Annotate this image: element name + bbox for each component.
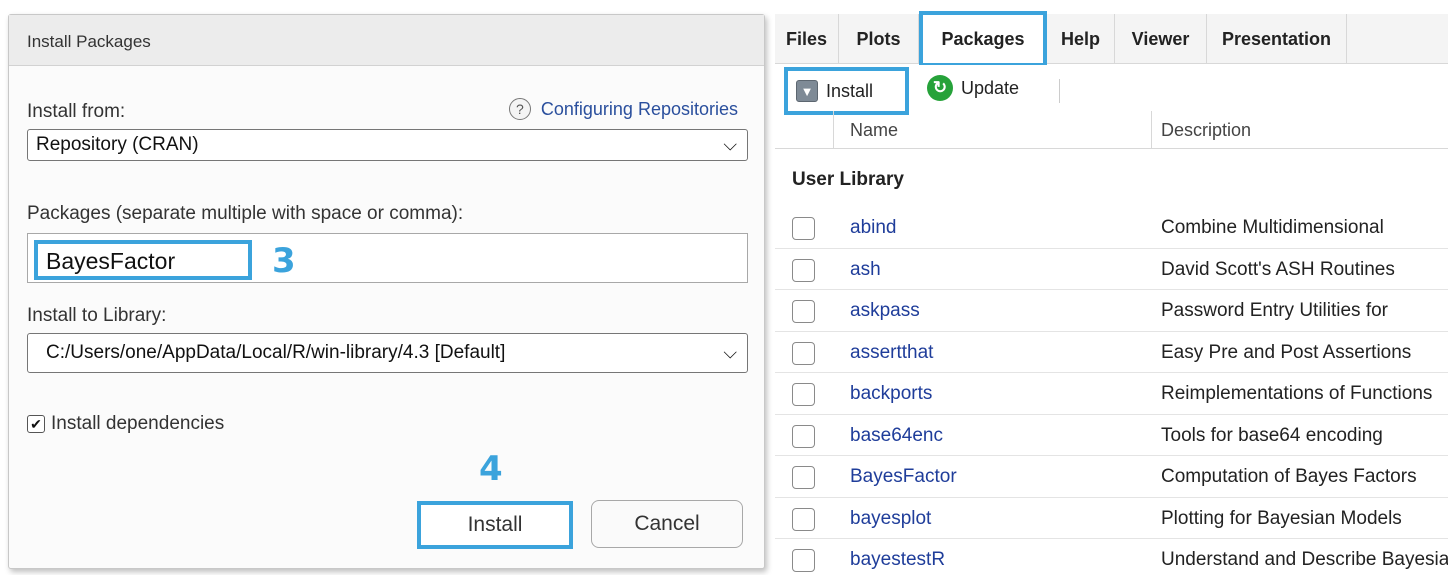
toolbar-install-label: Install [826,80,874,101]
package-name-link[interactable]: base64enc [850,425,943,447]
package-checkbox[interactable] [792,507,815,531]
package-checkbox[interactable] [792,424,815,448]
install-packages-dialog: Install Packages Install from: ? Configu… [8,14,765,569]
install-dependencies-checkbox[interactable]: ✔ [27,415,45,433]
package-description: Easy Pre and Post Assertions [1161,341,1412,363]
column-name-header[interactable]: Name [850,120,898,141]
package-description: Understand and Describe Bayesian [1161,549,1448,570]
column-description-header[interactable]: Description [1161,120,1251,141]
step-4-callout: 4 [479,449,503,489]
step-3-callout: 3 [272,241,296,281]
tab-plots[interactable]: Plots [839,14,919,64]
column-divider [833,111,834,149]
toolbar-update-button[interactable]: ↻ Update [927,75,1019,101]
package-description: Reimplementations of Functions [1161,383,1433,404]
toolbar-separator [1059,79,1060,103]
package-description: Plotting for Bayesian Models [1161,507,1402,529]
package-name-link[interactable]: bayestestR [850,549,945,571]
package-description: Tools for base64 encoding [1161,424,1383,446]
table-row: backports Reimplementations of Functions [775,373,1448,415]
table-header: Name Description [775,111,1448,149]
install-to-library-label: Install to Library: [27,305,167,326]
install-from-value: Repository (CRAN) [36,134,199,155]
table-row: bayestestR Understand and Describe Bayes… [775,539,1448,575]
table-row: base64enc Tools for base64 encoding [775,415,1448,456]
package-checkbox[interactable] [792,300,815,323]
package-checkbox[interactable] [792,341,815,365]
package-description: Password Entry Utilities for [1161,300,1389,321]
package-description: Computation of Bayes Factors [1161,466,1417,487]
package-checkbox[interactable] [792,217,815,240]
table-row: bayesplot Plotting for Bayesian Models [775,498,1448,539]
package-description: David Scott's ASH Routines [1161,258,1395,280]
install-from-label: Install from: [27,101,126,122]
table-row: askpass Password Entry Utilities for [775,290,1448,332]
install-button[interactable]: Install [417,501,573,549]
package-checkbox[interactable] [792,466,815,489]
table-row: BayesFactor Computation of Bayes Factors [775,456,1448,498]
install-dependencies-row[interactable]: ✔ Install dependencies [27,413,224,435]
chevron-down-icon: ⌵ [723,342,737,363]
packages-input-value[interactable]: BayesFactor [34,240,252,280]
table-row: abind Combine Multidimensional [775,207,1448,249]
package-checkbox[interactable] [792,549,815,572]
tab-files[interactable]: Files [775,14,839,64]
install-icon: ▼ [796,80,818,102]
toolbar-update-label: Update [961,77,1020,98]
help-icon[interactable]: ? [508,98,531,120]
dialog-title: Install Packages [9,15,764,66]
package-name-link[interactable]: abind [850,217,897,239]
refresh-icon: ↻ [927,75,953,101]
packages-label: Packages (separate multiple with space o… [27,203,464,224]
install-dependencies-label[interactable]: Install dependencies [51,413,224,435]
library-value: C:/Users/one/AppData/Local/R/win-library… [46,342,506,363]
tab-viewer[interactable]: Viewer [1115,14,1207,64]
chevron-down-icon: ⌵ [723,134,737,155]
packages-toolbar: ▼ Install ↻ Update [775,65,1448,115]
packages-pane: Files Plots Packages Help Viewer Present… [775,11,1448,575]
table-row: ash David Scott's ASH Routines [775,249,1448,290]
tab-presentation[interactable]: Presentation [1207,14,1347,64]
library-select[interactable]: C:/Users/one/AppData/Local/R/win-library… [27,333,748,373]
package-name-link[interactable]: BayesFactor [850,466,957,488]
pane-tabs: Files Plots Packages Help Viewer Present… [775,11,1448,67]
column-divider [1151,111,1152,149]
cancel-button[interactable]: Cancel [591,500,743,548]
package-name-link[interactable]: assertthat [850,342,933,364]
configuring-repositories-link[interactable]: ? Configuring Repositories [508,98,738,120]
table-row: assertthat Easy Pre and Post Assertions [775,332,1448,373]
packages-input[interactable]: BayesFactor [27,233,748,283]
package-description: Combine Multidimensional [1161,217,1384,238]
package-name-link[interactable]: ash [850,259,881,281]
tab-help[interactable]: Help [1047,14,1115,64]
package-checkbox[interactable] [792,383,815,406]
package-name-link[interactable]: askpass [850,300,920,322]
toolbar-install-button[interactable]: ▼ Install [784,67,909,115]
user-library-header: User Library [792,169,904,190]
tab-packages[interactable]: Packages [919,11,1047,67]
package-checkbox[interactable] [792,258,815,282]
package-list: abind Combine Multidimensional ash David… [775,207,1448,575]
install-from-select[interactable]: Repository (CRAN) ⌵ [27,129,748,161]
configuring-repositories-label[interactable]: Configuring Repositories [541,99,738,120]
package-name-link[interactable]: backports [850,383,932,405]
package-name-link[interactable]: bayesplot [850,508,931,530]
